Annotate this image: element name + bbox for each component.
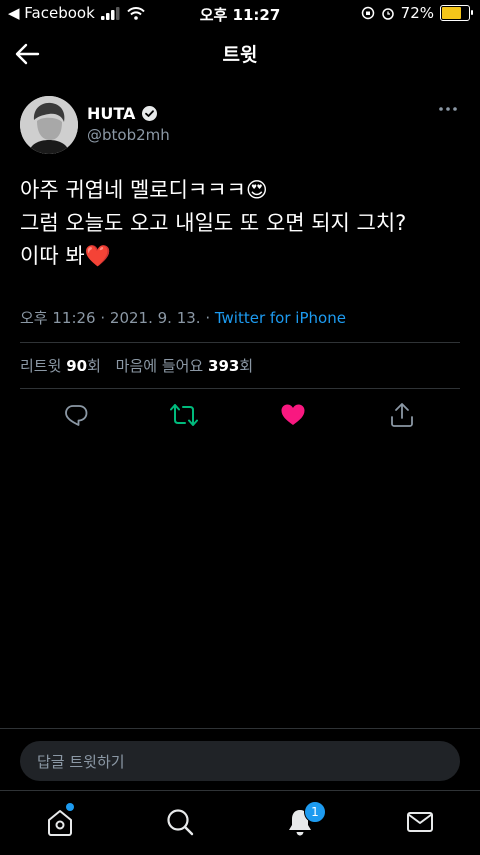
reply-input[interactable]: 답글 트윗하기 — [20, 741, 460, 781]
tweet-meta: 오후 11:26 · 2021. 9. 13. · Twitter for iP… — [20, 307, 346, 328]
tab-home[interactable] — [44, 803, 76, 838]
home-icon — [48, 810, 72, 836]
tab-notifications[interactable]: 1 — [284, 801, 326, 838]
reply-bar: 답글 트윗하기 — [0, 728, 480, 791]
notifications-badge: 1 — [304, 801, 326, 823]
retweet-label: 리트윗 — [20, 357, 62, 375]
like-stat[interactable]: 마음에 들어요 393회 — [116, 357, 253, 375]
like-label: 마음에 들어요 — [115, 357, 204, 375]
more-options-icon[interactable] — [436, 104, 460, 114]
tweet-actions — [20, 399, 460, 431]
bottom-tab-bar: 1 — [0, 790, 480, 855]
search-icon — [167, 809, 194, 836]
nav-header: 트윗 — [0, 26, 480, 80]
battery-percent: 72% — [400, 4, 434, 22]
share-icon — [391, 403, 413, 427]
author-handle[interactable]: @btob2mh — [87, 126, 170, 144]
retweet-button[interactable] — [168, 399, 200, 431]
tab-messages[interactable] — [404, 806, 436, 838]
divider — [20, 388, 460, 389]
page-title: 트윗 — [222, 44, 258, 66]
tweet-author: HUTA @btob2mh — [20, 96, 460, 156]
reply-placeholder: 답글 트윗하기 — [37, 753, 125, 771]
alarm-icon — [381, 8, 394, 20]
like-suffix: 회 — [239, 357, 254, 375]
battery-icon — [440, 5, 473, 21]
tweet-stats: 리트윗 90회 마음에 들어요 393회 — [20, 355, 253, 376]
author-name[interactable]: HUTA — [87, 104, 135, 123]
tweet-text: 아주 귀엽네 멜로디ㅋㅋㅋ😍 그럼 오늘도 오고 내일도 또 오면 되지 그치?… — [20, 178, 407, 268]
retweet-icon — [170, 404, 198, 426]
tweet-timestamp: 오후 11:26 · 2021. 9. 13. · — [20, 309, 215, 327]
divider — [20, 342, 460, 343]
tweet-source-link[interactable]: Twitter for iPhone — [215, 309, 346, 327]
retweet-count: 90 — [66, 357, 88, 375]
avatar[interactable] — [20, 96, 78, 154]
tab-search[interactable] — [164, 806, 196, 838]
retweet-stat[interactable]: 리트윗 90회 — [20, 357, 101, 375]
reply-button[interactable] — [60, 399, 92, 431]
heart-icon — [281, 404, 305, 425]
orientation-lock-icon — [361, 6, 374, 20]
home-unread-dot — [66, 803, 74, 811]
comment-icon — [65, 405, 88, 426]
share-button[interactable] — [386, 399, 418, 431]
mail-icon — [407, 812, 433, 832]
like-count: 393 — [208, 357, 240, 375]
verified-badge-icon — [142, 106, 158, 121]
battery-fill — [442, 7, 461, 19]
status-bar: ◀ Facebook 오후 11:27 72% — [0, 0, 480, 26]
retweet-suffix: 회 — [87, 357, 101, 375]
like-button[interactable] — [277, 399, 309, 431]
